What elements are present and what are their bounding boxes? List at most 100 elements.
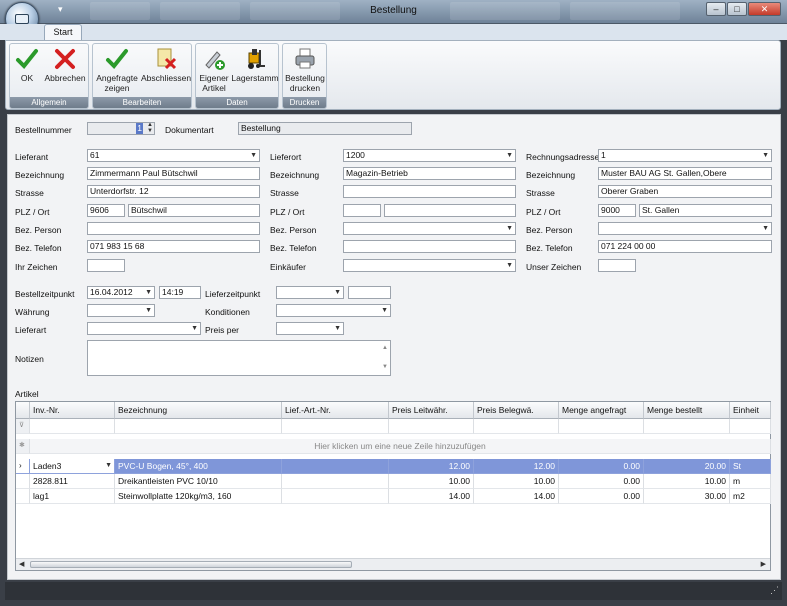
filter-cell[interactable]	[30, 419, 115, 434]
rechnung-ort-field[interactable]: St. Gallen	[639, 204, 772, 217]
preis-per-label: Preis per	[205, 325, 240, 335]
row-indicator[interactable]	[16, 474, 30, 489]
rechnung-telefon-field[interactable]: 071 224 00 00	[598, 240, 772, 253]
spin-arrows-icon[interactable]: ▲ ▼	[147, 123, 153, 134]
angefragte-zeigen-button[interactable]: Angefragte zeigen	[94, 47, 140, 93]
column-header-menge-angefragt[interactable]: Menge angefragt	[559, 402, 644, 419]
rechnung-bez-field[interactable]: Muster BAU AG St. Gallen,Obere	[598, 167, 772, 180]
bestellung-drucken-button[interactable]: Bestellung drucken	[284, 47, 326, 93]
cell-preis-belegwae[interactable]: 10.00	[474, 474, 559, 489]
column-header-bezeichnung[interactable]: Bezeichnung	[115, 402, 282, 419]
column-header-einheit[interactable]: Einheit	[730, 402, 771, 419]
filter-cell[interactable]	[730, 419, 771, 434]
eigener-artikel-button[interactable]: Eigener Artikel	[197, 47, 231, 93]
notizen-textarea[interactable]: ▲ ▼	[87, 340, 391, 376]
tab-start[interactable]: Start	[44, 24, 82, 41]
scroll-up-icon[interactable]: ▲	[382, 343, 388, 354]
column-header-menge-bestellt[interactable]: Menge bestellt	[644, 402, 730, 419]
close-button[interactable]: ✕	[748, 2, 781, 16]
waehrung-select[interactable]: ▼	[87, 304, 155, 317]
filter-cell[interactable]	[644, 419, 730, 434]
rechnung-person-select[interactable]: ▼	[598, 222, 772, 235]
cell-lief-art-nr[interactable]	[282, 489, 389, 504]
quick-access-dropdown[interactable]: ▾	[58, 4, 63, 15]
lieferort-ort-field[interactable]	[384, 204, 516, 217]
scrollbar-thumb[interactable]	[30, 561, 352, 568]
cell-menge-angefragt[interactable]: 0.00	[559, 474, 644, 489]
lieferort-strasse-field[interactable]	[343, 185, 516, 198]
scroll-right-icon[interactable]: ▶	[761, 560, 766, 568]
lieferort-select[interactable]: 1200 ▼	[343, 149, 516, 162]
cell-einheit[interactable]: m2	[730, 489, 771, 504]
konditionen-select[interactable]: ▼	[276, 304, 391, 317]
cell-lief-art-nr[interactable]	[282, 474, 389, 489]
new-row-hint[interactable]: Hier klicken um eine neue Zeile hinzuzuf…	[30, 439, 771, 454]
column-header-preis-belegwae[interactable]: Preis Belegwä.	[474, 402, 559, 419]
column-header-lief-art-nr[interactable]: Lief.-Art.-Nr.	[282, 402, 389, 419]
cell-menge-angefragt[interactable]: 0.00	[559, 489, 644, 504]
cell-einheit[interactable]: m	[730, 474, 771, 489]
filter-cell[interactable]	[559, 419, 644, 434]
cell-menge-bestellt[interactable]: 10.00	[644, 474, 730, 489]
bestellzeitpunkt-date[interactable]: 16.04.2012 ▼	[87, 286, 155, 299]
scroll-down-icon[interactable]: ▼	[382, 362, 388, 373]
abschliessen-button[interactable]: Abschliessen	[141, 47, 191, 83]
column-header-preis-leitwaehr[interactable]: Preis Leitwähr.	[389, 402, 474, 419]
ihr-zeichen-field[interactable]	[87, 259, 125, 272]
scroll-left-icon[interactable]: ◀	[19, 560, 24, 568]
cell-preis-belegwae[interactable]: 14.00	[474, 489, 559, 504]
cell-menge-bestellt[interactable]: 30.00	[644, 489, 730, 504]
minimize-button[interactable]: –	[706, 2, 726, 16]
cell-preis-leitwaehr[interactable]: 14.00	[389, 489, 474, 504]
cell-inv-nr[interactable]: 2828.811	[30, 474, 115, 489]
inv-nr-select[interactable]: Laden3 ▼	[30, 459, 115, 474]
lagerstamm-button[interactable]: Lagerstamm	[231, 47, 279, 83]
abbrechen-button[interactable]: Abbrechen	[42, 47, 88, 83]
cell-inv-nr[interactable]: lag1	[30, 489, 115, 504]
lieferant-ort-field[interactable]: Bütschwil	[128, 204, 260, 217]
einkaeufer-select[interactable]: ▼	[343, 259, 516, 272]
filter-cell[interactable]	[282, 419, 389, 434]
ok-button[interactable]: OK	[12, 47, 42, 83]
lieferort-person-select[interactable]: ▼	[343, 222, 516, 235]
row-indicator[interactable]	[16, 489, 30, 504]
filter-cell[interactable]	[389, 419, 474, 434]
lieferant-person-field[interactable]	[87, 222, 260, 235]
lieferort-bez-field[interactable]: Magazin-Betrieb	[343, 167, 516, 180]
column-header-inv-nr[interactable]: Inv.-Nr.	[30, 402, 115, 419]
filter-icon[interactable]: ⊽	[16, 419, 30, 434]
cell-bezeichnung[interactable]: Dreikantleisten PVC 10/10	[115, 474, 282, 489]
horizontal-scrollbar[interactable]: ◀ ▶	[16, 558, 770, 570]
resize-grip-icon[interactable]: ⋰	[770, 585, 779, 596]
rechnung-plz-field[interactable]: 9000	[598, 204, 636, 217]
lieferzeitpunkt-time[interactable]	[348, 286, 391, 299]
preis-per-select[interactable]: ▼	[276, 322, 344, 335]
lieferant-select[interactable]: 61 ▼	[87, 149, 260, 162]
lieferort-plz-field[interactable]	[343, 204, 381, 217]
cell-bezeichnung[interactable]: PVC-U Bogen, 45°, 400	[115, 459, 282, 474]
lieferart-select[interactable]: ▼	[87, 322, 201, 335]
rechnung-strasse-field[interactable]: Oberer Graben	[598, 185, 772, 198]
lieferzeitpunkt-date[interactable]: ▼	[276, 286, 344, 299]
rechnungsadresse-select[interactable]: 1 ▼	[598, 149, 772, 162]
cell-preis-leitwaehr[interactable]: 10.00	[389, 474, 474, 489]
lieferant-plz-field[interactable]: 9606	[87, 204, 125, 217]
lieferant-telefon-field[interactable]: 071 983 15 68	[87, 240, 260, 253]
group-label-bearbeiten: Bearbeiten	[93, 97, 191, 108]
lieferant-strasse-field[interactable]: Unterdorfstr. 12	[87, 185, 260, 198]
maximize-button[interactable]: □	[727, 2, 747, 16]
filter-cell[interactable]	[115, 419, 282, 434]
lieferort-telefon-field[interactable]	[343, 240, 516, 253]
cell-lief-art-nr[interactable]	[282, 459, 389, 474]
bestellnummer-field[interactable]: 1 ▲ ▼	[87, 122, 155, 135]
cell-preis-leitwaehr[interactable]: 12.00	[389, 459, 474, 474]
cell-menge-angefragt[interactable]: 0.00	[559, 459, 644, 474]
lieferant-bez-field[interactable]: Zimmermann Paul Bütschwil	[87, 167, 260, 180]
bestellzeitpunkt-time[interactable]: 14:19	[159, 286, 201, 299]
cell-preis-belegwae[interactable]: 12.00	[474, 459, 559, 474]
unser-zeichen-field[interactable]	[598, 259, 636, 272]
filter-cell[interactable]	[474, 419, 559, 434]
cell-einheit[interactable]: St	[730, 459, 771, 474]
cell-menge-bestellt[interactable]: 20.00	[644, 459, 730, 474]
cell-bezeichnung[interactable]: Steinwollplatte 120kg/m3, 160	[115, 489, 282, 504]
